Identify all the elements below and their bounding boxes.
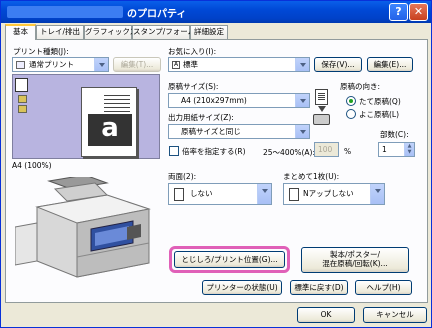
print-type-select[interactable]: 通常プリント xyxy=(12,57,109,72)
nup-value: Nアップしない xyxy=(303,189,354,198)
printer-name-redacted xyxy=(7,6,123,18)
chevron-down-icon xyxy=(295,58,309,71)
booklet-label-line1: 製本/ポスター/ xyxy=(329,250,381,259)
duplex-label: 両面(2): xyxy=(168,172,197,181)
arrow-down-icon xyxy=(318,106,326,112)
cancel-button[interactable]: キャンセル xyxy=(363,307,427,323)
properties-dialog: のプロパティ ? ✕ 基本 トレイ/排出 グラフィックス スタンプ/フォーム 詳… xyxy=(0,0,432,328)
print-type-label: プリント種類(J): xyxy=(13,47,69,56)
output-size-value: 原稿サイズと同じ xyxy=(181,127,241,136)
scale-range-label: 25〜400%(A): xyxy=(263,148,315,157)
nup-label: まとめて1枚(U): xyxy=(283,172,340,181)
original-size-select[interactable]: A4 (210x297mm) xyxy=(168,93,310,108)
print-type-value: 通常プリント xyxy=(29,60,74,69)
stacked-pages-icon xyxy=(15,78,37,122)
copies-spinner[interactable]: 1 ▲ ▼ xyxy=(378,142,415,157)
print-type-edit-button[interactable]: 編集(T)... xyxy=(113,57,161,72)
landscape-label: よこ原稿(L) xyxy=(359,110,400,119)
binding-position-button[interactable]: とじしろ/プリント位置(G)... xyxy=(174,251,285,268)
printer-illustration xyxy=(14,174,161,283)
edit-favorite-button[interactable]: 編集(E)... xyxy=(367,57,413,72)
chevron-down-icon xyxy=(370,184,384,204)
close-title-button[interactable]: ✕ xyxy=(409,3,428,21)
copies-value: 1 xyxy=(382,145,387,154)
chevron-down-icon xyxy=(257,184,271,204)
save-favorite-button[interactable]: 保存(V)... xyxy=(314,57,362,72)
restore-defaults-button[interactable]: 標準に戻す(D) xyxy=(290,280,348,295)
favorites-value: 標準 xyxy=(183,60,198,69)
preview-page: a xyxy=(81,87,137,157)
document-icon xyxy=(315,89,328,105)
scale-input[interactable]: 100 xyxy=(314,142,339,157)
print-type-icon xyxy=(16,61,25,69)
chevron-down-icon xyxy=(295,125,309,138)
portrait-radio[interactable] xyxy=(346,96,356,106)
help-button[interactable]: ヘルプ(H) xyxy=(355,280,412,295)
spinner-icon[interactable]: ▲ ▼ xyxy=(404,143,414,156)
duplex-select[interactable]: しない xyxy=(168,183,272,205)
tab-tray-output[interactable]: トレイ/排出 xyxy=(36,25,84,39)
window-title: のプロパティ xyxy=(127,9,187,20)
ok-button[interactable]: OK xyxy=(297,307,355,323)
nup-page-icon xyxy=(289,187,299,201)
scale-unit: % xyxy=(344,147,352,156)
title-bar[interactable]: のプロパティ ? ✕ xyxy=(1,1,431,23)
booklet-label-line2: 混在原稿/回転(K)... xyxy=(322,259,388,268)
portrait-label: たて原稿(Q) xyxy=(359,97,401,106)
landscape-radio[interactable] xyxy=(346,109,356,119)
printer-status-button[interactable]: プリンターの状態(U) xyxy=(202,280,282,295)
duplex-page-icon xyxy=(174,187,184,201)
nup-select[interactable]: Nアップしない xyxy=(283,183,385,205)
original-size-label: 原稿サイズ(S): xyxy=(168,82,219,91)
page-preview: a xyxy=(12,74,160,159)
scale-checkbox[interactable] xyxy=(169,146,179,156)
preview-caption: A4 (100%) xyxy=(12,161,52,170)
favorites-select[interactable]: A 標準 xyxy=(168,57,310,72)
duplex-value: しない xyxy=(190,189,213,198)
favorite-icon: A xyxy=(172,61,180,69)
printer-icon xyxy=(313,114,330,125)
output-size-select[interactable]: 原稿サイズと同じ xyxy=(168,124,310,139)
chevron-down-icon xyxy=(295,94,309,107)
scale-checkbox-label: 倍率を指定する(R) xyxy=(182,147,246,156)
favorites-label: お気に入り(I): xyxy=(168,47,217,56)
preview-letter: a xyxy=(88,114,132,146)
copies-label: 部数(C): xyxy=(380,130,409,139)
help-title-button[interactable]: ? xyxy=(389,3,408,21)
booklet-button[interactable]: 製本/ポスター/ 混在原稿/回転(K)... xyxy=(301,247,409,273)
output-size-label: 出力用紙サイズ(Z): xyxy=(168,113,234,122)
tab-graphics[interactable]: グラフィックス xyxy=(84,25,137,39)
original-size-value: A4 (210x297mm) xyxy=(181,96,247,105)
tab-stamp-form[interactable]: スタンプ/フォーム xyxy=(132,25,195,39)
orientation-label: 原稿の向き: xyxy=(340,82,381,91)
chevron-down-icon xyxy=(94,58,108,71)
tab-advanced[interactable]: 詳細設定 xyxy=(190,25,228,39)
tab-basic[interactable]: 基本 xyxy=(5,24,36,40)
